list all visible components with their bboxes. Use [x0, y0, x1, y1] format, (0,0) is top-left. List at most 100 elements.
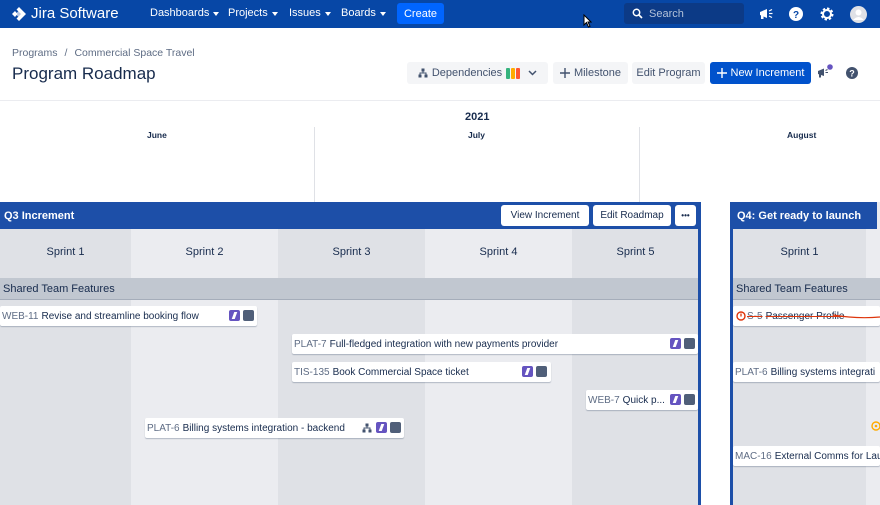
hierarchy-icon [418, 68, 428, 78]
svg-text:?: ? [849, 69, 855, 79]
edit-roadmap-button[interactable]: Edit Roadmap [593, 205, 671, 226]
help-icon[interactable]: ? [787, 5, 805, 23]
announcements-icon[interactable] [815, 64, 833, 82]
notifications-megaphone-icon[interactable] [757, 5, 775, 23]
edit-program-button[interactable]: Edit Program [632, 62, 705, 84]
new-increment-button[interactable]: New Increment [710, 62, 811, 84]
new-increment-label: New Increment [730, 67, 805, 79]
search-input[interactable] [649, 7, 734, 20]
page-title: Program Roadmap [12, 64, 156, 83]
chevron-down-icon [379, 11, 386, 16]
feature-card[interactable]: WEB-7 Quick p... [586, 390, 698, 410]
dependency-color-1 [506, 67, 511, 79]
shared-team-features-row[interactable]: Shared Team Features [0, 278, 699, 300]
issue-key[interactable]: MAC-16 [735, 451, 772, 462]
top-navigation-bar: Jira Software Dashboards Projects Issues… [0, 0, 880, 28]
feature-card[interactable]: MAC-16 External Comms for Lau [733, 446, 880, 466]
dependency-warning-icon[interactable] [871, 421, 880, 431]
issue-key[interactable]: PLAT-6 [735, 367, 768, 378]
mouse-cursor-icon [583, 14, 592, 28]
team-icon [536, 366, 547, 377]
month-divider [639, 127, 640, 202]
avatar[interactable] [849, 5, 867, 23]
breadcrumb-separator: / [64, 47, 68, 59]
nav-issues-label: Issues [289, 7, 321, 19]
dependencies-button[interactable]: Dependencies [407, 62, 548, 84]
feature-card[interactable]: TIS-135 Book Commercial Space ticket [292, 362, 551, 382]
increment-border [698, 202, 701, 505]
issue-key[interactable]: WEB-11 [2, 311, 39, 322]
help-icon[interactable]: ? [845, 66, 859, 80]
chevron-down-icon [324, 11, 331, 16]
plus-icon [559, 68, 570, 78]
nav-issues[interactable]: Issues [289, 7, 331, 19]
issue-title: Quick p... [622, 394, 665, 406]
issue-title: Full-fledged integration with new paymen… [329, 338, 559, 350]
dependency-color-3 [516, 67, 521, 79]
warning-circle-icon [736, 311, 746, 321]
issue-title: Revise and streamline booking flow [41, 310, 199, 322]
team-icon [684, 338, 695, 349]
sprint-label: Sprint 2 [185, 246, 224, 258]
team-icon [243, 310, 254, 321]
epic-icon [229, 310, 240, 321]
dependency-status-indicator [506, 67, 521, 79]
feature-card[interactable]: WEB-11 Revise and streamline booking flow [0, 306, 257, 326]
sprint-label: Sprint 1 [46, 246, 85, 258]
create-button[interactable]: Create [397, 3, 444, 24]
month-divider [314, 127, 315, 202]
epic-icon [670, 338, 681, 349]
breadcrumb-programs[interactable]: Programs [12, 47, 58, 59]
feature-card[interactable]: PLAT-6 Billing systems integrati [733, 362, 880, 382]
increment-panel-q3: Q3 Increment View Increment Edit Roadmap… [0, 202, 699, 505]
nav-dashboards-label: Dashboards [150, 7, 210, 19]
nav-projects[interactable]: Projects [228, 7, 278, 19]
search-box[interactable] [624, 3, 744, 24]
timeline-month-june: June [147, 130, 167, 140]
dependency-line [833, 314, 880, 319]
feature-card[interactable]: PLAT-6 Billing systems integration - back… [145, 418, 404, 438]
epic-icon [376, 422, 387, 433]
app-name: Jira Software [31, 5, 119, 22]
dependencies-label: Dependencies [431, 67, 503, 79]
chevron-down-icon [271, 11, 278, 16]
shared-team-features-row[interactable]: Shared Team Features [733, 278, 880, 300]
gear-icon[interactable] [818, 5, 836, 23]
sprint-label: Sprint 1 [780, 246, 819, 258]
timeline-month-july: July [468, 130, 486, 140]
sprint-label: Sprint 5 [616, 246, 655, 258]
sprint-label: Sprint 3 [332, 246, 371, 258]
issue-key[interactable]: S-5 [747, 311, 763, 322]
sprint-column: Sprint 1 [0, 229, 131, 505]
app-logo[interactable]: Jira Software [12, 5, 119, 22]
chevron-down-icon [528, 70, 537, 76]
add-milestone-button[interactable]: Milestone [553, 62, 628, 84]
issue-key[interactable]: TIS-135 [294, 367, 330, 378]
issue-key[interactable]: PLAT-7 [294, 339, 327, 350]
search-icon [632, 8, 643, 19]
breadcrumb-program-name[interactable]: Commercial Space Travel [74, 47, 194, 59]
view-increment-button[interactable]: View Increment [501, 205, 589, 226]
increment-title: Q3 Increment [4, 209, 75, 222]
issue-title: External Comms for Lau [774, 450, 880, 462]
issue-key[interactable]: WEB-7 [588, 395, 620, 406]
breadcrumb: Programs / Commercial Space Travel [12, 47, 202, 59]
milestone-label: Milestone [573, 67, 622, 79]
dependency-color-2 [511, 67, 516, 79]
issue-key[interactable]: PLAT-6 [147, 423, 180, 434]
feature-card[interactable]: PLAT-7 Full-fledged integration with new … [292, 334, 698, 354]
sprint-column: Sprint 2 [131, 229, 278, 505]
dependency-icon [362, 423, 372, 433]
more-options-button[interactable]: ••• [675, 205, 696, 226]
svg-text:?: ? [793, 10, 799, 21]
nav-boards-label: Boards [341, 7, 376, 19]
header-divider [0, 100, 880, 101]
nav-dashboards[interactable]: Dashboards [150, 7, 220, 19]
team-icon [390, 422, 401, 433]
nav-projects-label: Projects [228, 7, 268, 19]
feature-card[interactable]: S-5 Passenger Profile [733, 306, 880, 326]
plus-icon [716, 68, 727, 78]
increment-header: Q4: Get ready to launch [730, 202, 877, 229]
nav-boards[interactable]: Boards [341, 7, 386, 19]
issue-title: Billing systems integration - backend [182, 422, 345, 434]
